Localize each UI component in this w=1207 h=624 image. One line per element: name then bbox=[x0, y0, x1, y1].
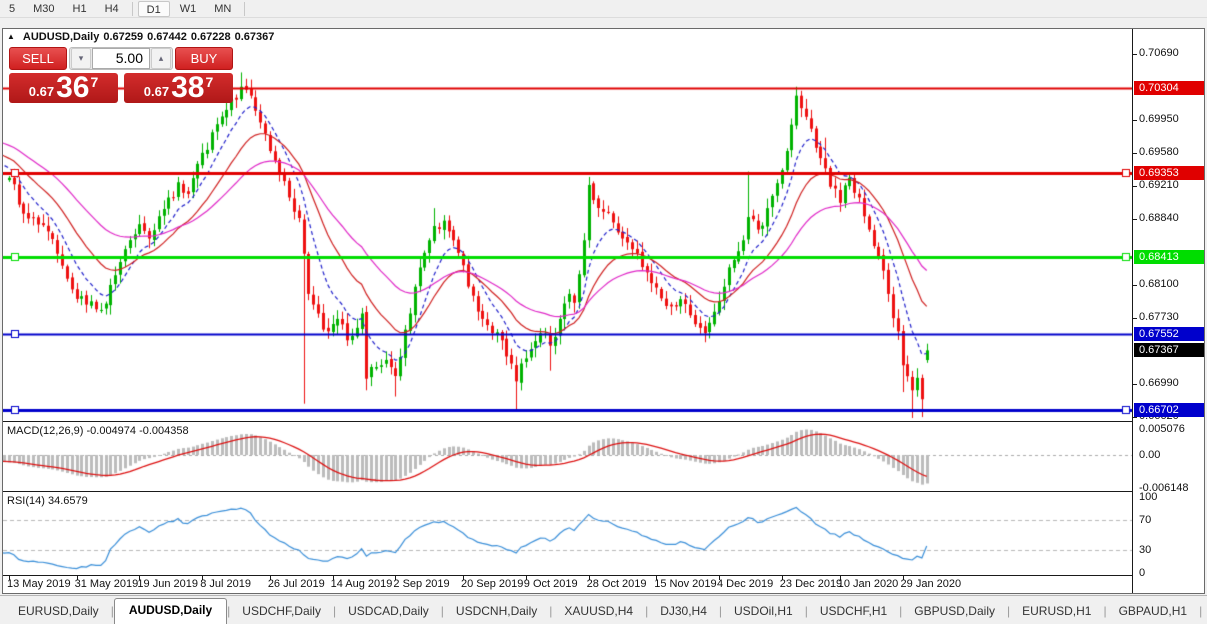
macd-axis-label: 0.005076 bbox=[1139, 423, 1185, 435]
price-tick-label: 0.69580 bbox=[1139, 146, 1179, 158]
hline-price-label[interactable]: 0.67552 bbox=[1134, 327, 1204, 341]
price-axis-border bbox=[1132, 29, 1133, 593]
rsi-axis-label: 70 bbox=[1139, 514, 1151, 526]
sell-price-main: 36 bbox=[56, 74, 89, 102]
tab-audusd-daily[interactable]: AUDUSD,Daily bbox=[114, 598, 227, 624]
tab-usdoil-h1[interactable]: USDOil,H1 bbox=[722, 600, 805, 624]
price-tick-label: 0.67730 bbox=[1139, 311, 1179, 323]
buy-price-prefix: 0.67 bbox=[144, 84, 169, 99]
timeframe-button-d1[interactable]: D1 bbox=[138, 1, 170, 17]
price-tick-mark bbox=[1132, 54, 1137, 55]
tab-usdcad-daily[interactable]: USDCAD,Daily bbox=[336, 600, 441, 624]
hline-price-label[interactable]: 0.68413 bbox=[1134, 250, 1204, 264]
toolbar-separator bbox=[132, 2, 133, 16]
sell-button[interactable]: SELL bbox=[9, 47, 67, 70]
ohlc-low: 0.67228 bbox=[191, 31, 231, 43]
ohlc-high: 0.67442 bbox=[147, 31, 187, 43]
price-tick-label: 0.69950 bbox=[1139, 113, 1179, 125]
date-tick-label: 8 Jul 2019 bbox=[200, 578, 251, 590]
date-tick-label: 4 Dec 2019 bbox=[717, 578, 773, 590]
macd-value-main: -0.004974 bbox=[86, 425, 136, 437]
sell-quote[interactable]: 0.67 36 7 bbox=[9, 73, 118, 103]
date-tick-label: 2 Sep 2019 bbox=[393, 578, 449, 590]
collapse-panel-icon[interactable]: ▲ bbox=[7, 32, 15, 41]
current-price-label: 0.67367 bbox=[1134, 343, 1204, 357]
tab-usd[interactable]: USD bbox=[1202, 600, 1207, 624]
volume-input[interactable]: 5.00 bbox=[92, 48, 150, 69]
price-tick-mark bbox=[1132, 417, 1137, 418]
price-tick-mark bbox=[1132, 384, 1137, 385]
tab-eurusd-daily[interactable]: EURUSD,Daily bbox=[6, 600, 111, 624]
rsi-axis-label: 100 bbox=[1139, 491, 1157, 503]
date-tick-label: 31 May 2019 bbox=[75, 578, 139, 590]
chart-tab-bar: EURUSD,Daily|AUDUSD,Daily|USDCHF,Daily|U… bbox=[0, 595, 1207, 624]
ohlc-open: 0.67259 bbox=[103, 31, 143, 43]
sell-price-prefix: 0.67 bbox=[29, 84, 54, 99]
date-tick-label: 13 May 2019 bbox=[7, 578, 71, 590]
hline-price-label[interactable]: 0.69353 bbox=[1134, 166, 1204, 180]
tab-xauusd-h4[interactable]: XAUUSD,H4 bbox=[552, 600, 645, 624]
date-tick-label: 20 Sep 2019 bbox=[461, 578, 523, 590]
sell-price-pip: 7 bbox=[90, 74, 98, 90]
timeframe-button-mn[interactable]: MN bbox=[206, 1, 239, 17]
tab-gbpusd-daily[interactable]: GBPUSD,Daily bbox=[902, 600, 1007, 624]
tab-usdchf-h1[interactable]: USDCHF,H1 bbox=[808, 600, 899, 624]
date-tick-label: 15 Nov 2019 bbox=[654, 578, 716, 590]
hline-price-label[interactable]: 0.70304 bbox=[1134, 81, 1204, 95]
date-tick-label: 26 Jul 2019 bbox=[268, 578, 325, 590]
date-tick-label: 28 Oct 2019 bbox=[587, 578, 647, 590]
price-tick-label: 0.70690 bbox=[1139, 47, 1179, 59]
tab-dj30-h4[interactable]: DJ30,H4 bbox=[648, 600, 719, 624]
toolbar-separator bbox=[244, 2, 245, 16]
tab-usdcnh-daily[interactable]: USDCNH,Daily bbox=[444, 600, 549, 624]
chart-window: ▲AUDUSD,Daily0.672590.674420.672280.6736… bbox=[2, 28, 1205, 594]
price-tick-mark bbox=[1132, 186, 1137, 187]
ohlc-close: 0.67367 bbox=[235, 31, 275, 43]
timeframe-toolbar: 5M30H1H4 D1W1MN bbox=[0, 0, 1207, 18]
price-tick-mark bbox=[1132, 120, 1137, 121]
buy-quote[interactable]: 0.67 38 7 bbox=[124, 73, 233, 103]
macd-label: MACD(12,26,9) -0.004974 -0.004358 bbox=[7, 425, 189, 437]
price-tick-label: 0.68100 bbox=[1139, 278, 1179, 290]
timeframe-button-h1[interactable]: H1 bbox=[65, 1, 95, 17]
timeframe-button-h4[interactable]: H4 bbox=[97, 1, 127, 17]
price-tick-mark bbox=[1132, 318, 1137, 319]
price-tick-label: 0.68840 bbox=[1139, 212, 1179, 224]
rsi-label: RSI(14) 34.6579 bbox=[7, 495, 88, 507]
price-tick-mark bbox=[1132, 285, 1137, 286]
volume-increase-button[interactable]: ▴ bbox=[151, 48, 171, 69]
date-tick-label: 29 Jan 2020 bbox=[901, 578, 962, 590]
timeframe-button-5[interactable]: 5 bbox=[1, 1, 23, 17]
rsi-axis-label: 0 bbox=[1139, 567, 1145, 579]
volume-decrease-button[interactable]: ▾ bbox=[71, 48, 91, 69]
date-tick-label: 10 Jan 2020 bbox=[838, 578, 899, 590]
macd-value-signal: -0.004358 bbox=[139, 425, 189, 437]
hline-price-label[interactable]: 0.66702 bbox=[1134, 403, 1204, 417]
macd-axis-label: 0.00 bbox=[1139, 449, 1160, 461]
price-tick-label: 0.69210 bbox=[1139, 179, 1179, 191]
timeframe-button-w1[interactable]: W1 bbox=[172, 1, 205, 17]
date-tick-label: 14 Aug 2019 bbox=[331, 578, 393, 590]
tab-gbpaud-h1[interactable]: GBPAUD,H1 bbox=[1107, 600, 1199, 624]
one-click-trading-panel: SELL ▾ 5.00 ▴ BUY 0.67 36 7 0.67 38 7 bbox=[9, 47, 233, 103]
chart-title: ▲ AUDUSD,Daily 0.67259 0.67442 0.67228 0.6736… bbox=[7, 31, 278, 46]
tab-eurusd-h1[interactable]: EURUSD,H1 bbox=[1010, 600, 1103, 624]
buy-price-pip: 7 bbox=[205, 74, 213, 90]
price-tick-mark bbox=[1132, 219, 1137, 220]
volume-stepper: ▾ 5.00 ▴ bbox=[69, 47, 173, 70]
tab-usdchf-daily[interactable]: USDCHF,Daily bbox=[230, 600, 333, 624]
date-tick-label: 19 Jun 2019 bbox=[137, 578, 198, 590]
date-axis: 13 May 2019 31 May 201919 Jun 20198 Jul 2… bbox=[3, 576, 1132, 593]
rsi-axis-label: 30 bbox=[1139, 544, 1151, 556]
date-tick-label: 23 Dec 2019 bbox=[780, 578, 842, 590]
buy-button[interactable]: BUY bbox=[175, 47, 233, 70]
rsi-value: 34.6579 bbox=[48, 495, 88, 507]
chart-symbol: AUDUSD,Daily bbox=[23, 31, 99, 43]
date-tick-label: 9 Oct 2019 bbox=[524, 578, 578, 590]
price-tick-mark bbox=[1132, 153, 1137, 154]
buy-price-main: 38 bbox=[171, 74, 204, 102]
price-tick-label: 0.66990 bbox=[1139, 377, 1179, 389]
timeframe-button-m30[interactable]: M30 bbox=[25, 1, 62, 17]
rsi-panel-canvas[interactable] bbox=[3, 493, 1132, 575]
